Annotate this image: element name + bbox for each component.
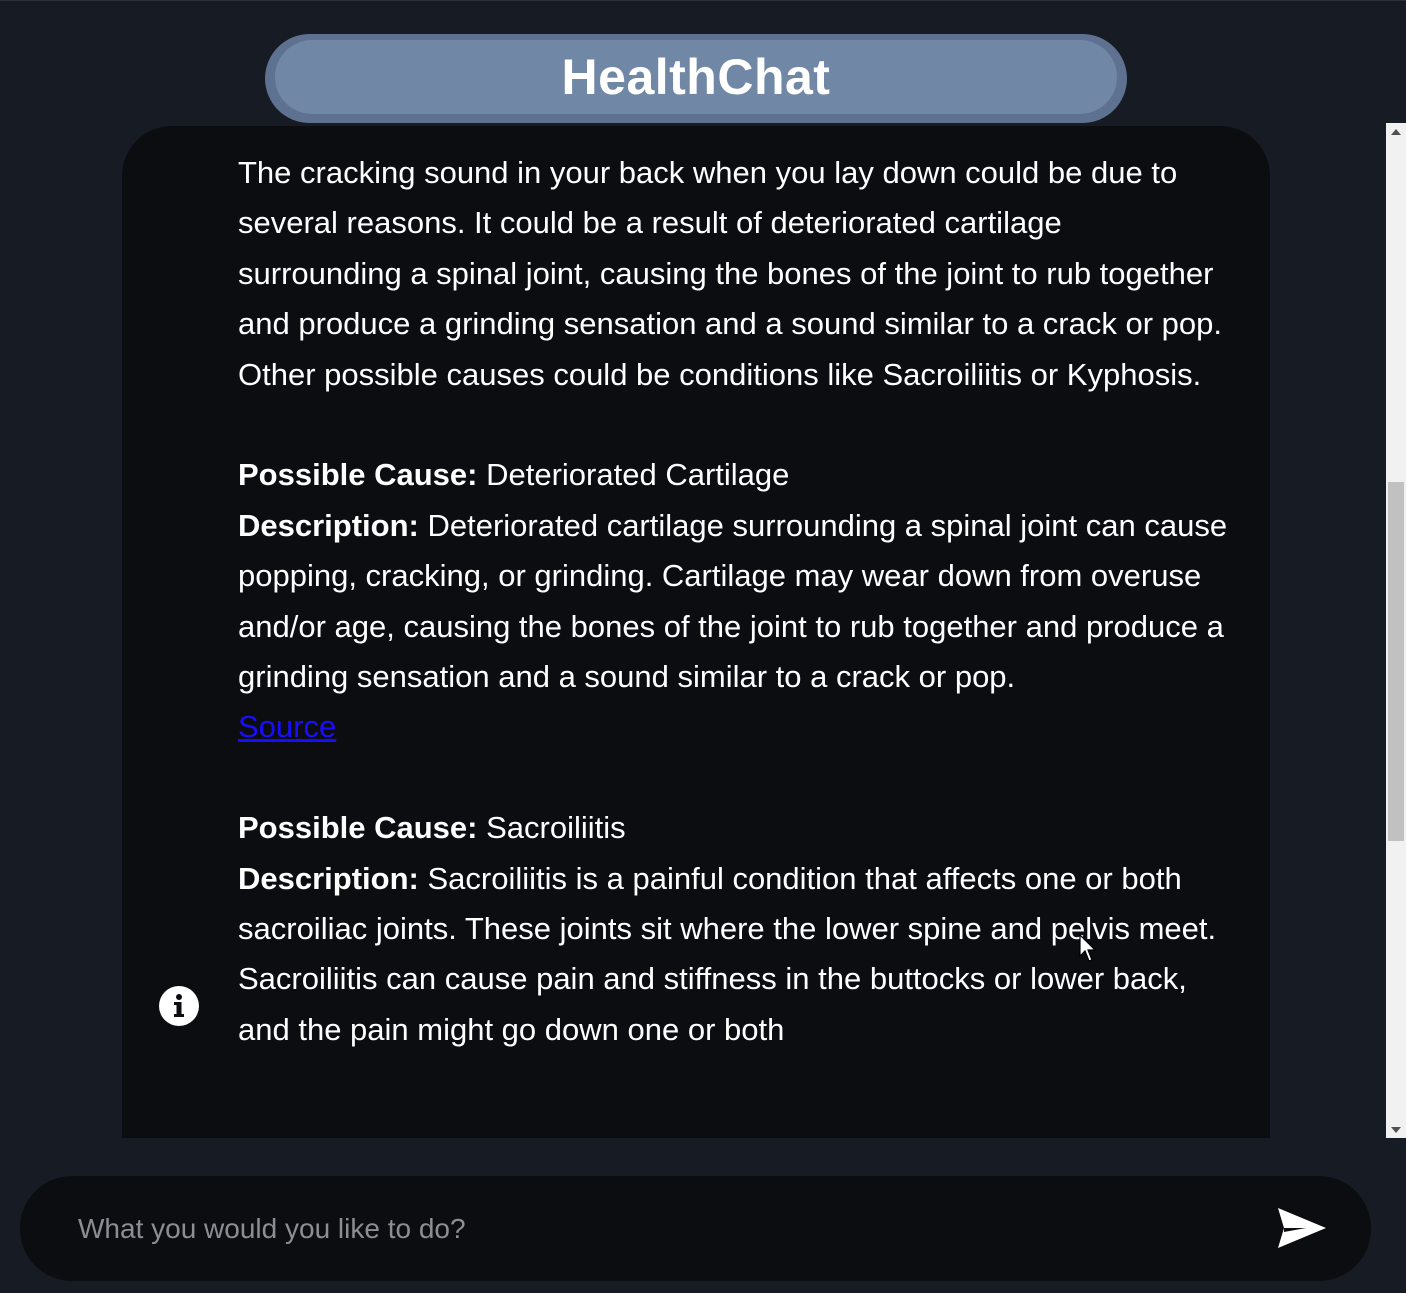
header-pill: HealthChat xyxy=(265,34,1127,123)
cause-name: Sacroiliitis xyxy=(486,810,626,846)
description-label: Description: xyxy=(238,860,419,896)
source-line: Source xyxy=(238,702,1228,752)
message-intro: The cracking sound in your back when you… xyxy=(238,155,1222,392)
scroll-up-arrow-icon[interactable] xyxy=(1386,123,1406,140)
cause-label: Possible Cause: xyxy=(238,810,478,846)
info-icon[interactable] xyxy=(158,985,200,1027)
scroll-thumb[interactable] xyxy=(1388,482,1404,841)
chat-scrollbar[interactable] xyxy=(1386,123,1406,1138)
mouse-cursor-icon xyxy=(1079,934,1097,962)
chat-panel[interactable]: The cracking sound in your back when you… xyxy=(122,126,1270,1138)
message-input[interactable] xyxy=(76,1200,1230,1258)
source-link[interactable]: Source xyxy=(238,709,336,744)
send-icon[interactable] xyxy=(1276,1206,1328,1250)
cause-label: Possible Cause: xyxy=(238,457,478,493)
assistant-message: The cracking sound in your back when you… xyxy=(238,148,1228,1055)
app-title: HealthChat xyxy=(275,40,1117,114)
composer-bar xyxy=(20,1176,1371,1281)
description-line: Description: Deteriorated cartilage surr… xyxy=(238,501,1228,703)
window-top-border xyxy=(0,0,1406,1)
cause-line: Possible Cause: Sacroiliitis xyxy=(238,803,1228,853)
cause-line: Possible Cause: Deteriorated Cartilage xyxy=(238,450,1228,500)
scroll-down-arrow-icon[interactable] xyxy=(1386,1121,1406,1138)
description-label: Description: xyxy=(238,507,419,543)
cause-name: Deteriorated Cartilage xyxy=(486,457,790,493)
healthchat-app: HealthChat The cracking sound in your ba… xyxy=(0,0,1406,1293)
